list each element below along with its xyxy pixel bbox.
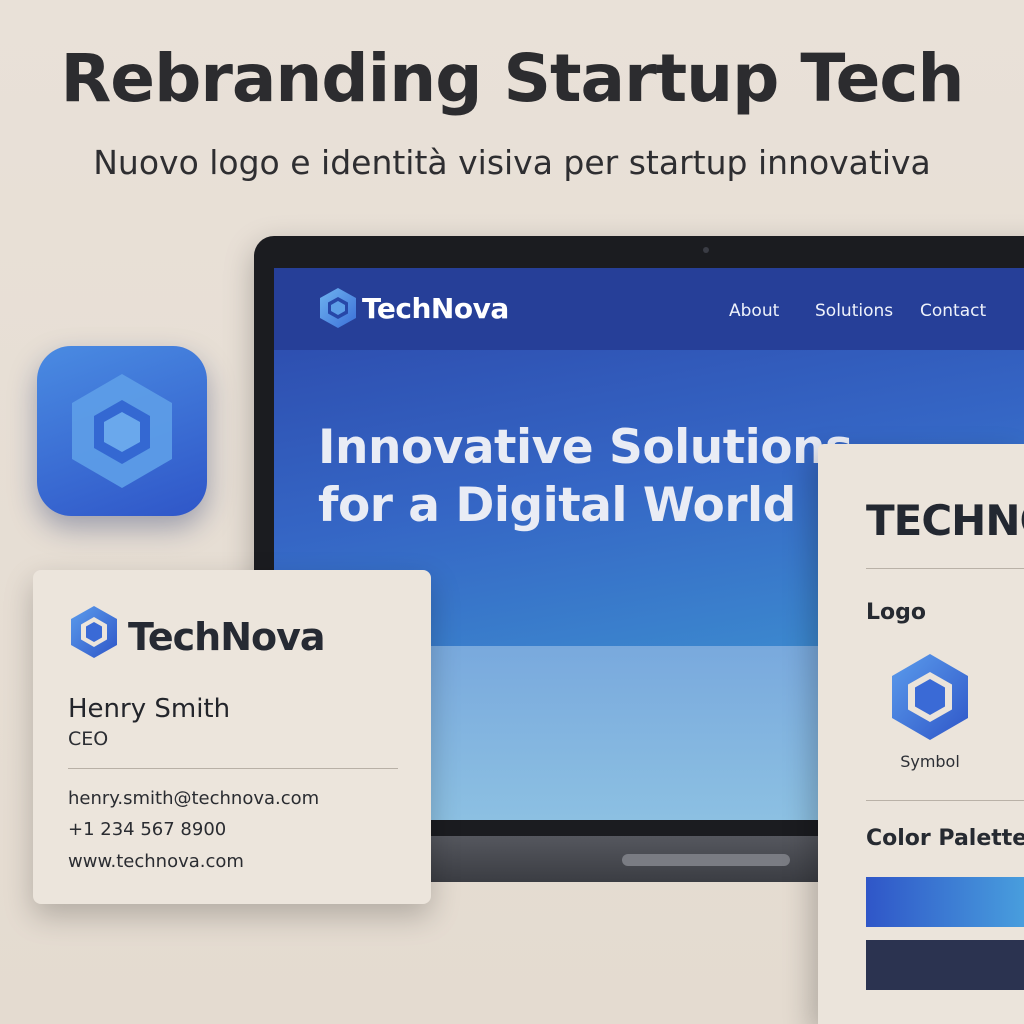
guide-logo-caption: Symbol [900, 752, 960, 771]
guide-title: TECHNO [866, 496, 1024, 545]
subheadline: Nuovo logo e identità visiva per startup… [93, 143, 931, 182]
card-role: CEO [68, 728, 109, 750]
headline: Rebranding Startup Tech [60, 40, 964, 117]
hero-headline-line2: for a Digital World [318, 478, 796, 533]
nav-solutions[interactable]: Solutions [815, 301, 893, 321]
card-divider [68, 768, 398, 769]
hexagon-logo-icon [71, 606, 117, 658]
guide-palette-heading: Color Palette [866, 826, 1024, 851]
hexagon-app-icon [72, 374, 172, 488]
laptop-trackpad-notch [622, 854, 790, 866]
brand-guide: TECHNO Logo Symbol Color Palette [818, 444, 1024, 1024]
card-email: henry.smith@technova.com [68, 788, 320, 809]
guide-divider [866, 800, 1024, 801]
card-brand: TechNova [128, 615, 326, 659]
hexagon-logo-icon[interactable] [318, 286, 358, 330]
guide-logo-heading: Logo [866, 600, 926, 625]
hexagon-logo-icon [892, 654, 968, 740]
site-nav-bar: TechNova About Solutions Contact [274, 268, 1024, 350]
nav-contact[interactable]: Contact [920, 301, 986, 321]
app-icon[interactable] [37, 346, 207, 516]
laptop-camera [703, 247, 709, 253]
hero-headline-line1: Innovative Solutions [318, 420, 853, 475]
color-swatch-primary [866, 877, 1024, 927]
card-name: Henry Smith [68, 694, 231, 724]
color-swatch-navy [866, 940, 1024, 990]
site-brand[interactable]: TechNova [362, 292, 509, 325]
nav-about[interactable]: About [729, 301, 779, 321]
card-phone: +1 234 567 8900 [68, 819, 227, 840]
guide-divider [866, 568, 1024, 569]
business-card: TechNova Henry Smith CEO henry.smith@tec… [33, 570, 431, 904]
card-website: www.technova.com [68, 851, 244, 872]
